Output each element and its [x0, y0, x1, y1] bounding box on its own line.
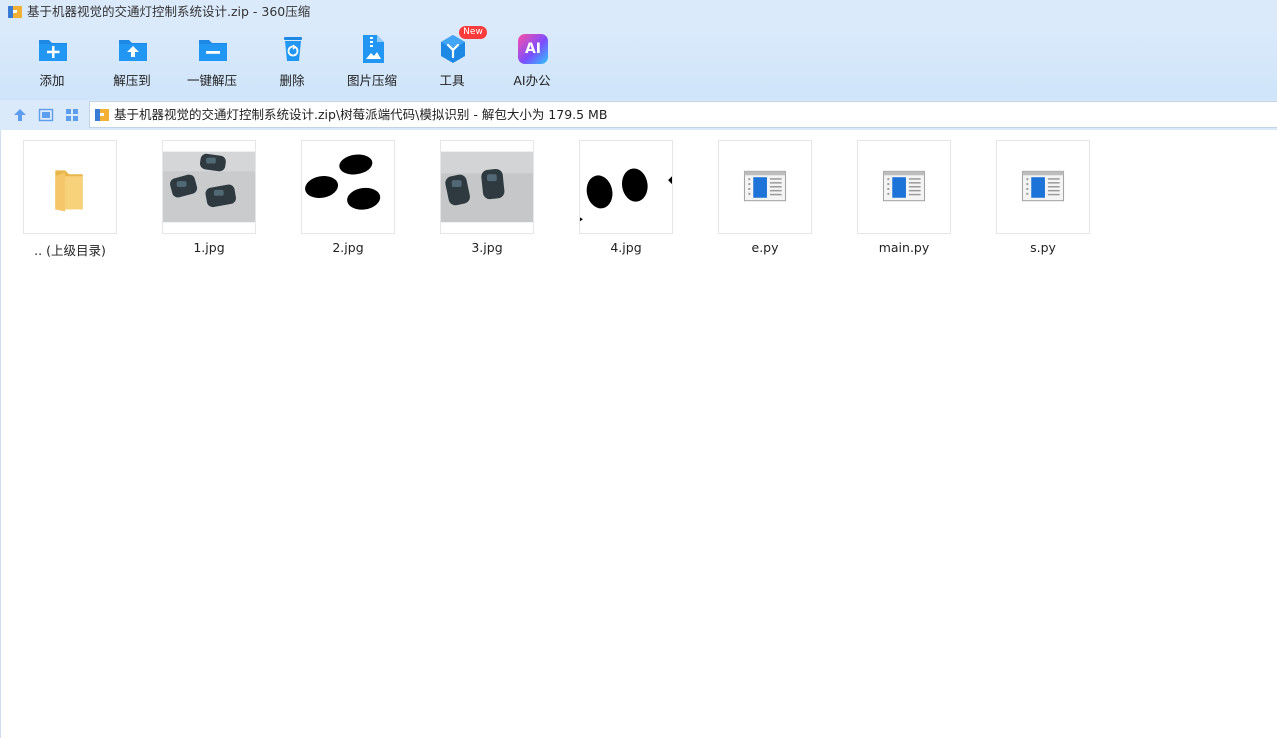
- file-item-e-py[interactable]: e.py: [706, 140, 826, 260]
- file-name: 2.jpg: [332, 240, 364, 255]
- photo-two-cars-image: [441, 151, 533, 223]
- add-label: 添加: [39, 73, 65, 88]
- file-thumbnail: [857, 140, 951, 234]
- delete-button[interactable]: 删除: [252, 24, 332, 100]
- window-title: 基于机器视觉的交通灯控制系统设计.zip - 360压缩: [27, 4, 311, 19]
- ai-office-label: AI办公: [513, 73, 551, 88]
- zip-app-icon: [8, 6, 22, 18]
- tools-button[interactable]: New 工具: [412, 24, 492, 100]
- tools-label: 工具: [439, 73, 465, 88]
- add-button[interactable]: 添加: [12, 24, 92, 100]
- extract-to-icon: [119, 40, 147, 61]
- file-item-1-jpg[interactable]: 1.jpg: [150, 140, 270, 260]
- file-item-s-py[interactable]: s.py: [984, 140, 1104, 260]
- file-thumbnail: [23, 140, 117, 234]
- ai-office-icon: AI: [518, 34, 548, 64]
- python-file-icon: [743, 170, 787, 202]
- file-item-2-jpg[interactable]: 2.jpg: [289, 140, 409, 260]
- extract-to-label: 解压到: [113, 73, 151, 88]
- file-item-3-jpg[interactable]: 3.jpg: [428, 140, 548, 260]
- file-name: e.py: [751, 240, 779, 255]
- file-thumbnail: [440, 140, 534, 234]
- details-view-icon[interactable]: [38, 107, 54, 123]
- binary-blobs-image: [302, 141, 394, 233]
- one-click-extract-button[interactable]: 一键解压: [172, 24, 252, 100]
- file-thumbnail: [301, 140, 395, 234]
- folder-icon: [55, 170, 83, 212]
- file-name: 3.jpg: [471, 240, 503, 255]
- binary-two-blobs-image: [580, 141, 672, 233]
- file-thumbnail: [579, 140, 673, 234]
- delete-label: 删除: [279, 73, 305, 88]
- file-name: 4.jpg: [610, 240, 642, 255]
- image-compress-label: 图片压缩: [346, 73, 397, 88]
- file-name: main.py: [878, 240, 930, 255]
- address-path: 基于机器视觉的交通灯控制系统设计.zip\树莓派端代码\模拟识别 - 解包大小为…: [114, 107, 608, 122]
- address-bar: 基于机器视觉的交通灯控制系统设计.zip\树莓派端代码\模拟识别 - 解包大小为…: [0, 100, 1277, 130]
- file-item-4-jpg[interactable]: 4.jpg: [567, 140, 687, 260]
- one-click-extract-label: 一键解压: [186, 73, 237, 88]
- title-bar: 基于机器视觉的交通灯控制系统设计.zip - 360压缩: [0, 0, 1277, 24]
- ai-office-button[interactable]: AI AI办公: [492, 24, 572, 100]
- app-window: 基于机器视觉的交通灯控制系统设计.zip - 360压缩 添加 解压到 一键解压…: [0, 0, 1277, 738]
- file-list: .. (上级目录) 1.jpg 2.jpg 3.jpg 4.jpg e.py m…: [0, 130, 1277, 738]
- file-name: s.py: [1030, 240, 1056, 255]
- address-field[interactable]: 基于机器视觉的交通灯控制系统设计.zip\树莓派端代码\模拟识别 - 解包大小为…: [89, 101, 1277, 128]
- ai-icon-text: AI: [524, 41, 542, 57]
- file-thumbnail: [162, 140, 256, 234]
- file-name: 1.jpg: [193, 240, 225, 255]
- extract-to-button[interactable]: 解压到: [92, 24, 172, 100]
- thumbnail-view-icon[interactable]: [64, 107, 80, 123]
- new-badge: New: [459, 26, 487, 39]
- zip-file-icon: [95, 109, 109, 121]
- image-compress-button[interactable]: 图片压缩: [332, 24, 412, 100]
- file-item-main-py[interactable]: main.py: [845, 140, 965, 260]
- image-compress-icon: [363, 35, 384, 63]
- python-file-icon: [882, 170, 926, 202]
- python-file-icon: [1021, 170, 1065, 202]
- file-thumbnail: [996, 140, 1090, 234]
- file-item-parent-folder[interactable]: .. (上级目录): [11, 140, 131, 260]
- one-click-extract-icon: [199, 40, 227, 61]
- up-arrow-icon[interactable]: [12, 107, 28, 123]
- add-folder-icon: [39, 40, 67, 61]
- file-name: .. (上级目录): [34, 243, 106, 258]
- main-toolbar: 添加 解压到 一键解压 删除 图片压缩 New 工具 AI AI办公: [0, 24, 1277, 100]
- recycle-bin-icon: [284, 37, 302, 61]
- photo-cars-image: [163, 151, 255, 223]
- file-thumbnail: [718, 140, 812, 234]
